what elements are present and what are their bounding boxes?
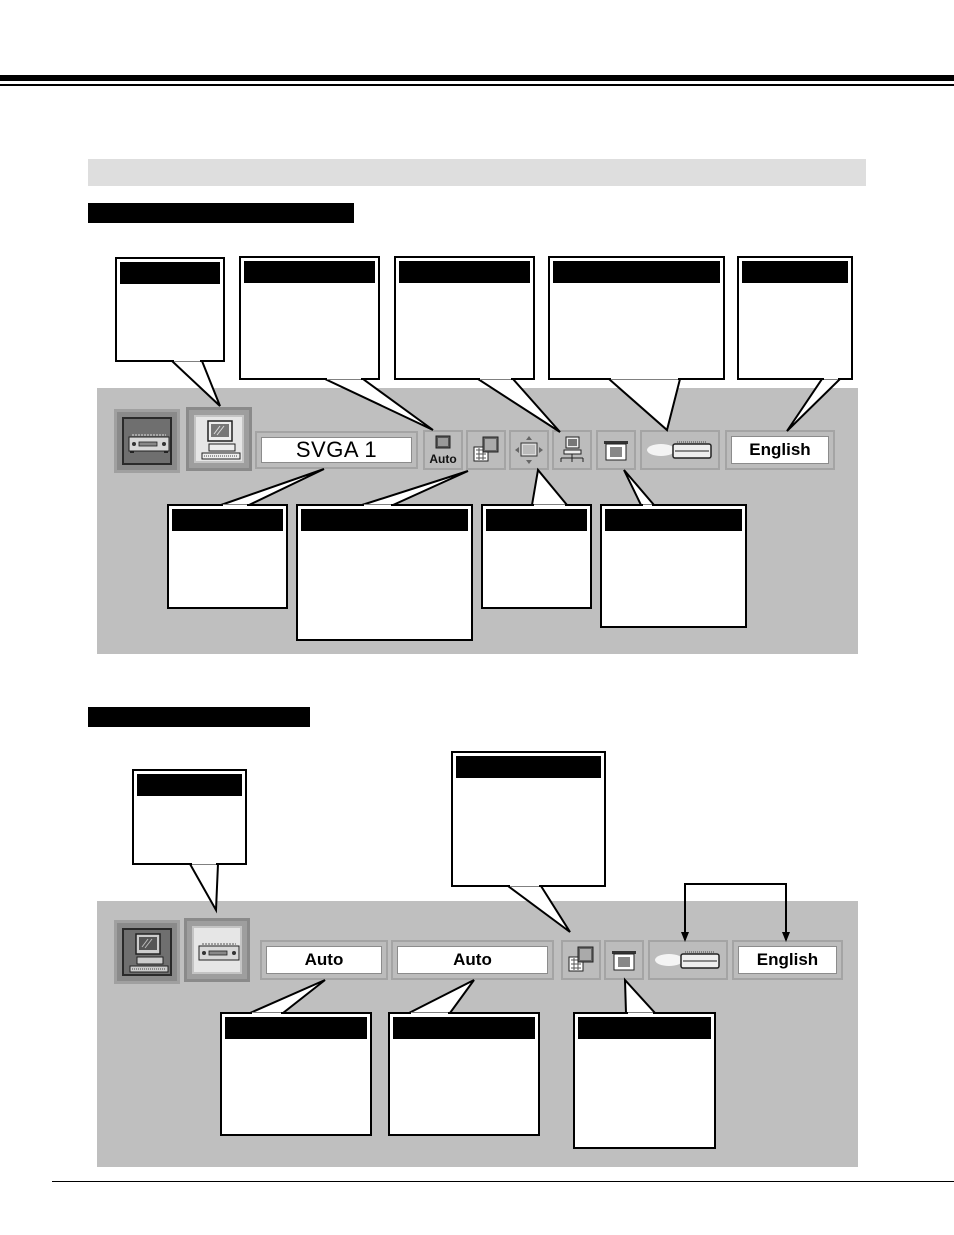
auto-pc-adjust-button[interactable]: Auto	[423, 430, 463, 470]
computer-system-field[interactable]: SVGA 1	[255, 431, 418, 469]
video-system-field[interactable]: Auto	[260, 940, 388, 980]
callout-heading	[244, 261, 375, 283]
computer-source-button[interactable]	[186, 407, 252, 471]
video-source-button[interactable]	[184, 918, 250, 982]
screen-icon	[604, 441, 628, 461]
language-value: English	[731, 436, 829, 464]
callout-computer-source	[115, 257, 225, 362]
callout-heading	[137, 774, 242, 796]
callout-computer-system	[167, 504, 288, 609]
image-select-button[interactable]	[466, 430, 506, 470]
image-select-icon	[473, 436, 499, 462]
callout-heading	[578, 1017, 711, 1039]
callout-image-select	[451, 751, 606, 887]
header-rule-thin	[0, 84, 954, 86]
callout-image-select	[296, 504, 473, 641]
image-select-icon	[568, 946, 594, 972]
color-system-value: Auto	[397, 946, 548, 974]
screen-icon	[612, 951, 636, 971]
callout-heading	[172, 509, 283, 531]
callout-heading	[225, 1017, 367, 1039]
screen-menu-button[interactable]	[596, 430, 636, 470]
callout-screen-menu	[600, 504, 747, 628]
callout-video-system	[220, 1012, 372, 1136]
video-system-value: Auto	[266, 946, 382, 974]
callout-heading	[486, 509, 587, 531]
callout-pc-adjust	[394, 256, 535, 380]
callout-heading	[742, 261, 848, 283]
callout-heading	[393, 1017, 535, 1039]
language-field[interactable]: English	[732, 940, 843, 980]
pc-adjust-button[interactable]	[552, 430, 592, 470]
position-adjust-icon	[515, 436, 543, 464]
callout-video-source	[132, 769, 247, 865]
vcr-icon	[128, 434, 170, 453]
callout-auto-pc-adjust	[239, 256, 380, 380]
callout-screen-menu	[573, 1012, 716, 1149]
image-select-button[interactable]	[561, 940, 601, 980]
auto-pc-adjust-icon: Auto	[429, 435, 457, 466]
projector-lamp-icon	[655, 951, 720, 969]
callout-heading	[605, 509, 742, 531]
screen-menu-button[interactable]	[604, 940, 644, 980]
callout-heading	[456, 756, 601, 778]
section-heading-video	[88, 707, 310, 727]
video-source-button[interactable]	[114, 409, 180, 473]
computer-icon	[201, 420, 241, 460]
page-title-band	[88, 159, 866, 186]
callout-language	[737, 256, 853, 380]
svg-text:Auto: Auto	[429, 452, 456, 466]
position-adjust-button[interactable]	[509, 430, 549, 470]
projector-lamp-icon	[647, 441, 712, 459]
callout-color-system	[388, 1012, 540, 1136]
lamp-setting-button[interactable]	[648, 940, 728, 980]
footer-rule	[52, 1181, 954, 1182]
language-field[interactable]: English	[725, 430, 835, 470]
computer-source-button[interactable]	[114, 920, 180, 984]
computer-system-value: SVGA 1	[261, 437, 412, 463]
callout-heading	[399, 261, 530, 283]
callout-heading	[120, 262, 220, 284]
color-system-field[interactable]: Auto	[391, 940, 554, 980]
lamp-setting-button[interactable]	[640, 430, 720, 470]
callout-heading	[553, 261, 720, 283]
vcr-icon	[198, 943, 240, 961]
language-value: English	[738, 946, 837, 974]
callout-position-adjust	[481, 504, 592, 609]
section-heading-computer	[88, 203, 354, 223]
callout-heading	[301, 509, 468, 531]
callout-lamp-setting	[548, 256, 725, 380]
pc-adjust-icon	[560, 436, 584, 462]
header-rule-thick	[0, 75, 954, 81]
computer-icon	[129, 933, 169, 973]
